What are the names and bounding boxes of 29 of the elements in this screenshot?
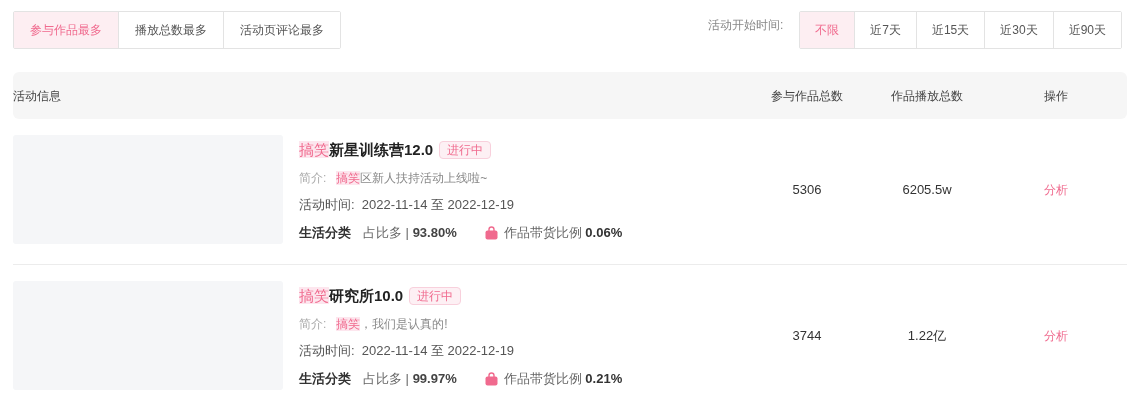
- column-header: 操作: [1043, 87, 1069, 105]
- goods-ratio: 作品带货比例 0.21%: [503, 369, 623, 388]
- play-count: 1.22亿: [906, 326, 948, 345]
- play-count: 6205.5w: [901, 180, 953, 199]
- activity-time: 活动时间: 2022-11-14 至 2022-12-19: [299, 342, 516, 361]
- column-header: 作品播放总数: [890, 87, 964, 105]
- shopping-bag-icon: [484, 371, 498, 386]
- intro-text: 搞笑，我们是认真的!: [336, 316, 448, 334]
- category-share: 占比多 | 93.80%: [363, 223, 457, 242]
- filter-label: 活动开始时间:: [707, 17, 784, 34]
- sort-tab[interactable]: 活动页评论最多: [223, 12, 340, 48]
- shopping-bag-icon: [484, 225, 498, 240]
- category-share: 占比多 | 99.97%: [363, 369, 457, 388]
- column-header: 活动信息: [13, 87, 62, 105]
- status-badge: 进行中: [409, 287, 462, 305]
- time-filter-option[interactable]: 近90天: [1052, 12, 1121, 48]
- column-header: 参与作品总数: [770, 87, 844, 105]
- works-count: 5306: [791, 180, 823, 199]
- works-count: 3744: [791, 326, 823, 345]
- status-badge: 进行中: [439, 141, 492, 159]
- activity-title: 搞笑研究所10.0: [299, 285, 404, 306]
- activity-title: 搞笑新星训练营12.0: [299, 139, 434, 160]
- category-name: 生活分类: [299, 369, 351, 388]
- goods-ratio: 作品带货比例 0.06%: [503, 223, 623, 242]
- activity-time: 活动时间: 2022-11-14 至 2022-12-19: [299, 196, 516, 215]
- category-name: 生活分类: [299, 223, 351, 242]
- intro-label: 简介:: [299, 316, 327, 334]
- intro-label: 简介:: [299, 170, 327, 188]
- intro-text: 搞笑区新人扶持活动上线啦~: [336, 170, 488, 188]
